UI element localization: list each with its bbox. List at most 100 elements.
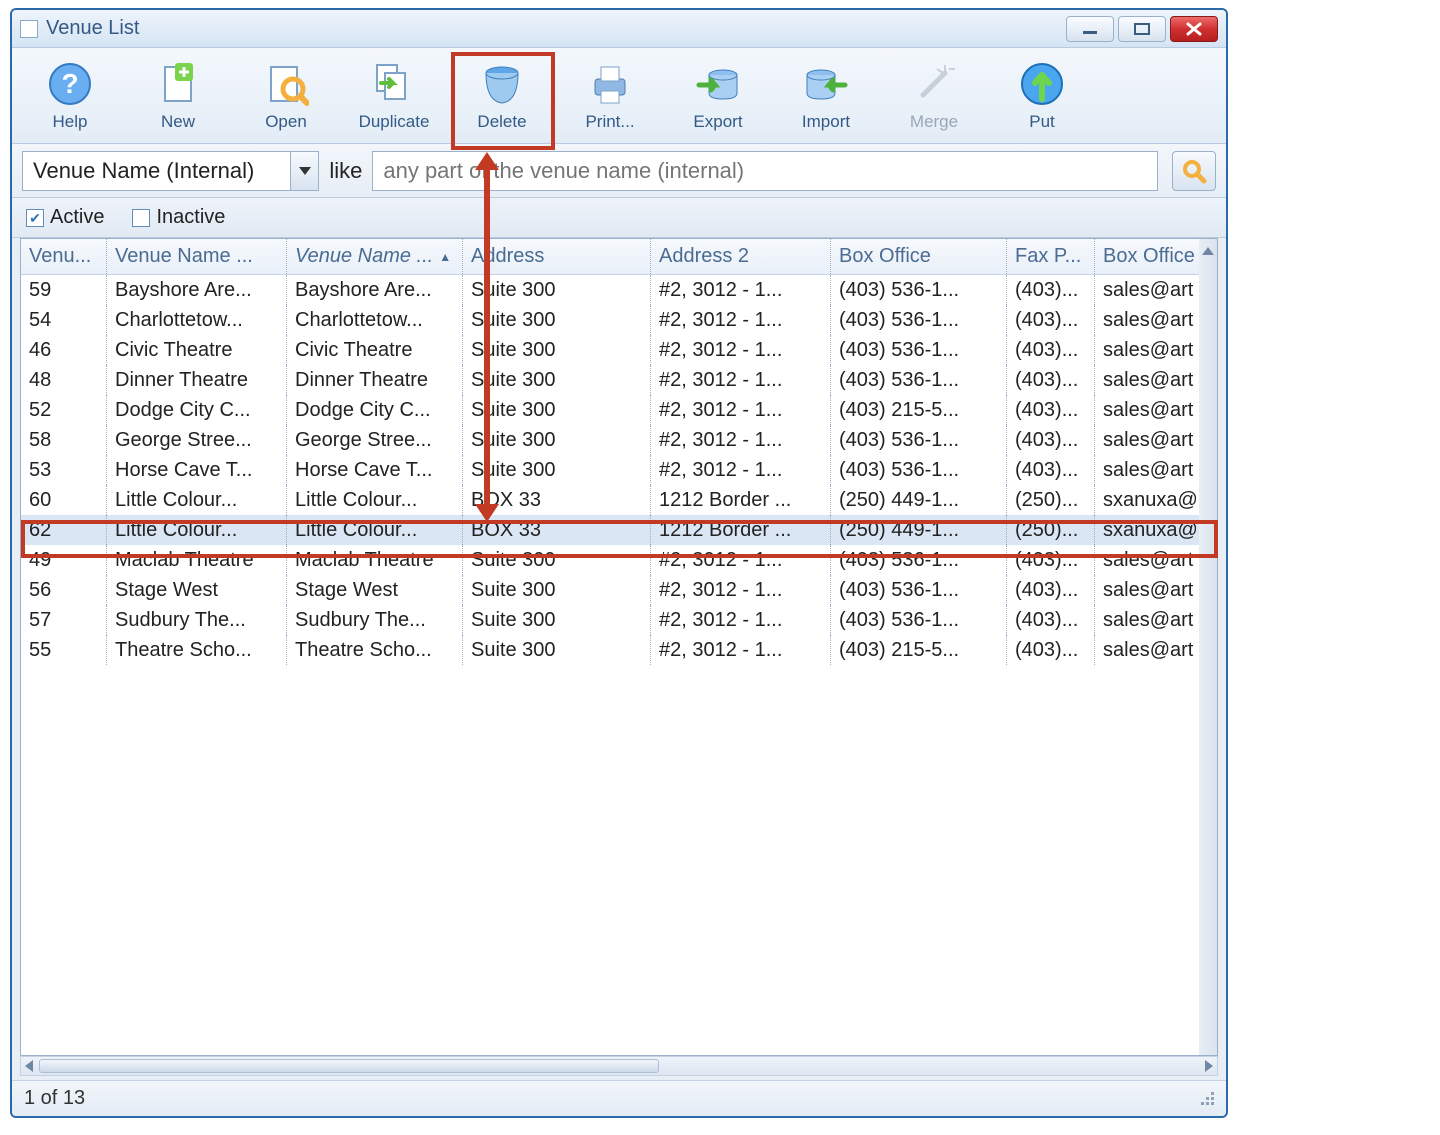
col-venue-id[interactable]: Venu... bbox=[21, 239, 107, 274]
col-address-2[interactable]: Address 2 bbox=[651, 239, 831, 274]
table-cell: (403) 215-5... bbox=[831, 395, 1007, 425]
table-cell: Suite 300 bbox=[463, 455, 651, 485]
table-cell: (250)... bbox=[1007, 515, 1095, 545]
statusbar: 1 of 13 bbox=[12, 1080, 1226, 1116]
table-cell: Suite 300 bbox=[463, 335, 651, 365]
table-cell: #2, 3012 - 1... bbox=[651, 545, 831, 575]
table-cell: Suite 300 bbox=[463, 545, 651, 575]
table-cell: (403)... bbox=[1007, 545, 1095, 575]
checkbox-unchecked-icon bbox=[132, 209, 150, 227]
table-cell: Dinner Theatre bbox=[107, 365, 287, 395]
table-row[interactable]: 54Charlottetow...Charlottetow...Suite 30… bbox=[21, 305, 1217, 335]
table-row[interactable]: 60Little Colour...Little Colour...BOX 33… bbox=[21, 485, 1217, 515]
wand-icon bbox=[910, 60, 958, 108]
table-cell: Suite 300 bbox=[463, 365, 651, 395]
field-combo-button[interactable] bbox=[290, 152, 318, 190]
table-cell: Suite 300 bbox=[463, 605, 651, 635]
table-body: 59Bayshore Are...Bayshore Are...Suite 30… bbox=[21, 275, 1217, 665]
table-row[interactable]: 58George Stree...George Stree...Suite 30… bbox=[21, 425, 1217, 455]
put-label: Put bbox=[1029, 112, 1055, 132]
col-box-office[interactable]: Box Office bbox=[831, 239, 1007, 274]
table-cell: (403) 536-1... bbox=[831, 455, 1007, 485]
table-cell: sales@art bbox=[1095, 605, 1213, 635]
table-row[interactable]: 62Little Colour...Little Colour...BOX 33… bbox=[21, 515, 1217, 545]
duplicate-label: Duplicate bbox=[359, 112, 430, 132]
table-cell: 55 bbox=[21, 635, 107, 665]
table-cell: BOX 33 bbox=[463, 515, 651, 545]
search-input[interactable] bbox=[372, 151, 1158, 191]
new-label: New bbox=[161, 112, 195, 132]
table-cell: sales@art bbox=[1095, 335, 1213, 365]
table-row[interactable]: 55Theatre Scho...Theatre Scho...Suite 30… bbox=[21, 635, 1217, 665]
table-row[interactable]: 46Civic TheatreCivic TheatreSuite 300#2,… bbox=[21, 335, 1217, 365]
print-button[interactable]: Print... bbox=[556, 51, 664, 141]
table-cell: 1212 Border ... bbox=[651, 485, 831, 515]
field-combo[interactable]: Venue Name (Internal) bbox=[22, 151, 319, 191]
table-cell: (250) 449-1... bbox=[831, 485, 1007, 515]
table-cell: #2, 3012 - 1... bbox=[651, 425, 831, 455]
table-row[interactable]: 52Dodge City C...Dodge City C...Suite 30… bbox=[21, 395, 1217, 425]
import-button[interactable]: Import bbox=[772, 51, 880, 141]
table-cell: 46 bbox=[21, 335, 107, 365]
table-cell: (403) 536-1... bbox=[831, 275, 1007, 305]
maximize-icon bbox=[1132, 22, 1152, 36]
chevron-down-icon bbox=[299, 167, 311, 175]
table-cell: 1212 Border ... bbox=[651, 515, 831, 545]
scroll-left-icon[interactable] bbox=[25, 1060, 33, 1072]
put-button[interactable]: Put bbox=[988, 51, 1096, 141]
maximize-button[interactable] bbox=[1118, 16, 1166, 42]
table-cell: Suite 300 bbox=[463, 575, 651, 605]
export-button[interactable]: Export bbox=[664, 51, 772, 141]
table-cell: Theatre Scho... bbox=[107, 635, 287, 665]
table-cell: Sudbury The... bbox=[107, 605, 287, 635]
horizontal-scrollbar[interactable] bbox=[20, 1056, 1218, 1076]
scroll-thumb[interactable] bbox=[39, 1059, 659, 1073]
col-venue-name-external[interactable]: Venue Name ...▲ bbox=[287, 239, 463, 274]
open-button[interactable]: Open bbox=[232, 51, 340, 141]
table-cell: (403)... bbox=[1007, 635, 1095, 665]
open-label: Open bbox=[265, 112, 307, 132]
scroll-right-icon[interactable] bbox=[1205, 1060, 1213, 1072]
scroll-up-icon[interactable] bbox=[1202, 247, 1214, 255]
table-cell: (403) 536-1... bbox=[831, 305, 1007, 335]
svg-text:?: ? bbox=[61, 68, 78, 99]
delete-button[interactable]: Delete bbox=[448, 51, 556, 141]
table-row[interactable]: 48Dinner TheatreDinner TheatreSuite 300#… bbox=[21, 365, 1217, 395]
resize-grip-icon[interactable] bbox=[1201, 1092, 1214, 1105]
table-row[interactable]: 53Horse Cave T...Horse Cave T...Suite 30… bbox=[21, 455, 1217, 485]
duplicate-button[interactable]: Duplicate bbox=[340, 51, 448, 141]
duplicate-icon bbox=[370, 60, 418, 108]
new-button[interactable]: New bbox=[124, 51, 232, 141]
close-button[interactable] bbox=[1170, 16, 1218, 42]
document-icon bbox=[20, 20, 38, 38]
table-cell: (403)... bbox=[1007, 455, 1095, 485]
table-cell: #2, 3012 - 1... bbox=[651, 305, 831, 335]
table-row[interactable]: 59Bayshore Are...Bayshore Are...Suite 30… bbox=[21, 275, 1217, 305]
table-row[interactable]: 49Maclab TheatreMaclab TheatreSuite 300#… bbox=[21, 545, 1217, 575]
table-cell: BOX 33 bbox=[463, 485, 651, 515]
table-cell: 52 bbox=[21, 395, 107, 425]
col-box-office-email[interactable]: Box Office E bbox=[1095, 239, 1213, 274]
vertical-scrollbar[interactable] bbox=[1199, 239, 1217, 1055]
table-row[interactable]: 57Sudbury The...Sudbury The...Suite 300#… bbox=[21, 605, 1217, 635]
table-cell: (403) 215-5... bbox=[831, 635, 1007, 665]
table-header: Venu... Venue Name ... Venue Name ...▲ A… bbox=[21, 239, 1217, 275]
col-venue-name-internal[interactable]: Venue Name ... bbox=[107, 239, 287, 274]
table-cell: #2, 3012 - 1... bbox=[651, 335, 831, 365]
table-cell: sales@art bbox=[1095, 395, 1213, 425]
inactive-checkbox[interactable]: Inactive bbox=[132, 206, 225, 229]
print-icon bbox=[586, 60, 634, 108]
col-fax-phone[interactable]: Fax P... bbox=[1007, 239, 1095, 274]
like-label: like bbox=[329, 158, 362, 184]
table-cell: (403)... bbox=[1007, 305, 1095, 335]
table-row[interactable]: 56Stage WestStage WestSuite 300#2, 3012 … bbox=[21, 575, 1217, 605]
table-cell: (403) 536-1... bbox=[831, 365, 1007, 395]
table-cell: Little Colour... bbox=[287, 515, 463, 545]
col-address[interactable]: Address bbox=[463, 239, 651, 274]
search-go-button[interactable] bbox=[1172, 151, 1216, 191]
help-button[interactable]: ? Help bbox=[16, 51, 124, 141]
merge-button[interactable]: Merge bbox=[880, 51, 988, 141]
minimize-button[interactable] bbox=[1066, 16, 1114, 42]
active-checkbox[interactable]: Active bbox=[26, 206, 104, 229]
scroll-track[interactable] bbox=[39, 1059, 1199, 1073]
